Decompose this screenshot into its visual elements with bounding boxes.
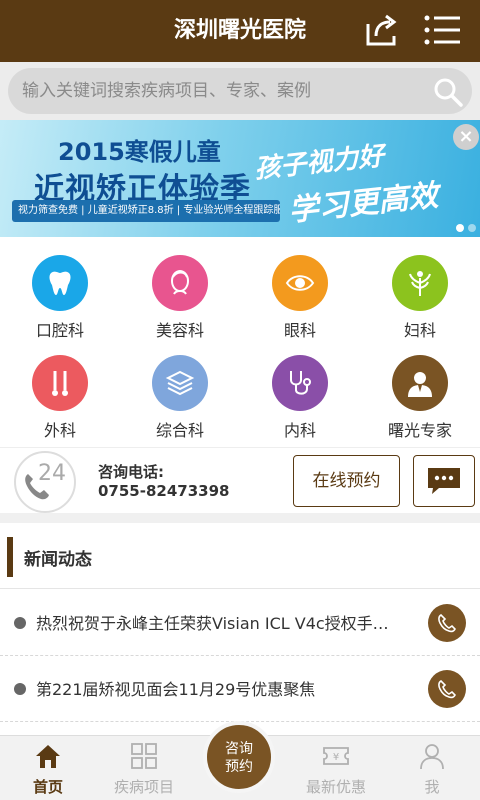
dept-icon-circle [152,355,208,411]
dept-label: 曙光专家 [387,421,452,440]
contact-bar: 24 咨询电话: 0755-82473398 在线预约 [0,447,480,513]
tab-label: 我 [424,778,440,796]
carousel-dot-active[interactable] [456,224,464,232]
surgery-tools-icon [52,371,68,396]
grid-icon [131,743,157,769]
news-item[interactable]: 第221届矫视见面会11月29号优惠聚焦 [0,656,480,722]
tab-home[interactable]: 首页 [0,736,96,800]
news-item[interactable]: 热烈祝贺于永峰主任荣获Visian ICL V4c授权手… [0,590,480,656]
app-header: 深圳曙光医院 [0,0,480,62]
phone-icon [438,614,456,633]
consult-label-line-1: 咨询 [225,741,253,757]
menu-icon[interactable] [420,10,464,50]
tooth-icon [49,271,71,295]
dept-gynecology[interactable]: 妇科 [360,237,480,340]
dept-icon-circle [152,255,208,311]
dept-label: 外科 [43,421,76,440]
news-title[interactable]: 热烈祝贺于永峰主任荣获Visian ICL V4c授权手… [36,610,416,634]
dept-experts[interactable]: 曙光专家 [360,337,480,440]
carousel-dots [452,217,476,236]
app-title: 深圳曙光医院 [173,18,306,43]
news-section-title: 新闻动态 [24,550,92,570]
department-grid: 口腔科 美容科 眼科 妇科 外科 综合科 内科 曙光专家 [0,237,480,447]
bullet-icon [14,617,26,629]
dept-icon-circle [272,355,328,411]
dept-internal[interactable]: 内科 [240,337,360,440]
section-accent-bar [7,537,13,577]
dept-label: 综合科 [155,421,204,440]
tab-label: 最新优惠 [305,778,366,796]
dept-surgery[interactable]: 外科 [0,337,120,440]
hotline-number[interactable]: 0755-82473398 [98,482,229,500]
dept-cosmetic[interactable]: 美容科 [120,237,240,340]
section-divider [0,513,480,523]
news-header: 新闻动态 [0,523,480,589]
bullet-icon [14,683,26,695]
online-booking-button[interactable]: 在线预约 [293,455,400,507]
news-title[interactable]: 第221届矫视见面会11月29号优惠聚焦 [36,676,416,700]
user-icon [420,744,444,770]
dept-label: 内科 [283,421,316,440]
hotline-label: 咨询电话: [98,463,164,481]
doctor-icon [408,372,432,397]
tab-offers[interactable]: ¥ 最新优惠 [288,736,384,800]
tab-diseases[interactable]: 疾病项目 [96,736,192,800]
tab-label: 疾病项目 [113,778,174,796]
dept-icon-circle [272,255,328,311]
eye-icon [285,275,315,291]
call-button[interactable] [428,604,466,642]
chat-button[interactable] [413,455,475,507]
close-icon[interactable]: × [453,124,479,150]
chat-icon [428,468,460,494]
coupon-icon: ¥ [323,747,349,765]
banner-headline-1: 2015寒假儿童 [58,138,221,166]
dept-icon-circle [392,355,448,411]
phone-24h-icon[interactable]: 24 [14,451,76,513]
female-icon [409,271,431,296]
call-button[interactable] [428,670,466,708]
banner-promo-line: 视力筛查免费 | 儿童近视矫正8.8折 | 专业验光师全程跟踪服务 [12,200,280,222]
dept-general[interactable]: 综合科 [120,337,240,440]
news-section: 新闻动态 热烈祝贺于永峰主任荣获Visian ICL V4c授权手… 第221届… [0,523,480,735]
face-icon [171,270,189,295]
dept-icon-circle [392,255,448,311]
phone-icon [438,680,456,699]
svg-text:¥: ¥ [333,752,339,763]
share-icon[interactable] [362,10,402,50]
dept-ophthalmology[interactable]: 眼科 [240,237,360,340]
promo-banner[interactable]: 2015寒假儿童 近视矫正体验季 孩子视力好 学习更高效 视力筛查免费 | 儿童… [0,120,480,237]
search-icon[interactable] [432,76,464,108]
dept-icon-circle [32,255,88,311]
dept-dental[interactable]: 口腔科 [0,237,120,340]
search-input[interactable] [22,68,422,114]
consult-label-line-2: 预约 [225,759,253,775]
layers-icon [165,370,195,396]
dept-icon-circle [32,355,88,411]
tab-me[interactable]: 我 [384,736,480,800]
carousel-dot[interactable] [468,224,476,232]
search-box [8,68,472,114]
home-icon [36,745,60,768]
search-bar [0,62,480,120]
tab-label: 首页 [32,778,63,796]
phone-icon [25,474,49,500]
consult-booking-button[interactable]: 咨询 预约 [203,721,275,793]
stethoscope-icon [290,371,311,395]
